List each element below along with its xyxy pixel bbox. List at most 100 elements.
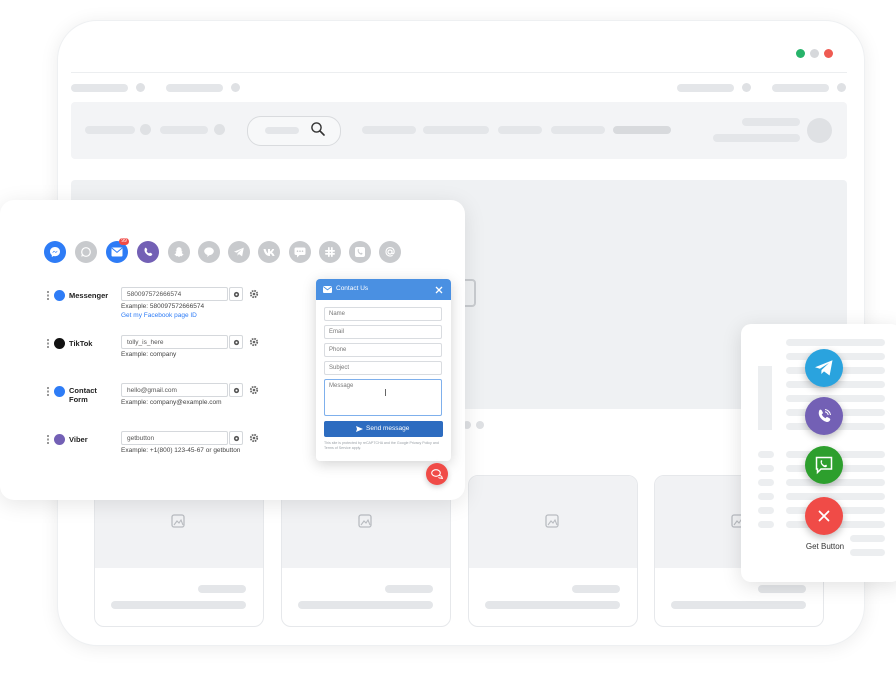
content-block bbox=[758, 366, 772, 430]
example-text: Example: 580097572666574 bbox=[121, 303, 205, 310]
messenger-icon bbox=[54, 290, 65, 301]
line-icon[interactable] bbox=[198, 241, 220, 263]
avatar[interactable] bbox=[807, 118, 832, 143]
get-button-label: Get Button bbox=[805, 542, 845, 551]
window-dot-grey bbox=[810, 49, 819, 58]
menu-placeholder bbox=[423, 126, 489, 134]
window-dot-red bbox=[824, 49, 833, 58]
example-text: Example: company@example.com bbox=[121, 399, 222, 406]
card-placeholder bbox=[385, 585, 433, 593]
text-placeholder bbox=[758, 507, 774, 514]
send-icon bbox=[356, 426, 363, 432]
envelope-icon bbox=[323, 286, 332, 293]
example-text: Example: company bbox=[121, 351, 177, 358]
chat-phone-icon bbox=[815, 456, 833, 475]
close-widget-button[interactable] bbox=[805, 497, 843, 535]
messenger-icon[interactable] bbox=[44, 241, 66, 263]
menu-placeholder bbox=[613, 126, 671, 134]
close-icon bbox=[818, 510, 830, 522]
drag-handle[interactable] bbox=[47, 291, 49, 300]
slack-icon[interactable] bbox=[319, 241, 341, 263]
call-icon[interactable] bbox=[349, 241, 371, 263]
text-placeholder bbox=[786, 339, 885, 346]
tiktok-username-input[interactable]: tolly_is_here bbox=[121, 335, 228, 349]
contact-form-popup: Contact Us Name Email Phone Subject Mess… bbox=[316, 279, 451, 461]
phone-field[interactable]: Phone bbox=[324, 343, 442, 357]
subject-field[interactable]: Subject bbox=[324, 361, 442, 375]
settings-button[interactable] bbox=[229, 335, 243, 349]
text-cursor bbox=[385, 389, 386, 396]
gear-icon[interactable] bbox=[249, 337, 259, 347]
channel-label: Messenger bbox=[69, 291, 109, 300]
form-title: Contact Us bbox=[336, 285, 369, 292]
menu-placeholder bbox=[498, 126, 542, 134]
mail-at-icon[interactable] bbox=[379, 241, 401, 263]
nav-dot bbox=[136, 83, 145, 92]
image-icon bbox=[358, 514, 372, 528]
header-placeholder bbox=[160, 126, 208, 134]
settings-button[interactable] bbox=[229, 431, 243, 445]
nav-placeholder bbox=[677, 84, 734, 92]
text-placeholder bbox=[758, 493, 774, 500]
header-dot bbox=[214, 124, 225, 135]
telegram-button[interactable] bbox=[805, 349, 843, 387]
telegram-icon[interactable] bbox=[228, 241, 250, 263]
nav-dot bbox=[837, 83, 846, 92]
whatsapp-icon[interactable] bbox=[75, 241, 97, 263]
settings-button[interactable] bbox=[229, 383, 243, 397]
snapchat-icon[interactable] bbox=[168, 241, 190, 263]
email-field[interactable]: Email bbox=[324, 325, 442, 339]
search-icon[interactable] bbox=[310, 121, 326, 137]
sms-icon[interactable] bbox=[289, 241, 311, 263]
carousel-dot[interactable] bbox=[476, 421, 484, 429]
chat-toggle-button[interactable] bbox=[426, 463, 448, 485]
card-placeholder bbox=[298, 601, 433, 609]
card-placeholder bbox=[671, 601, 806, 609]
viber-input[interactable]: getbutton bbox=[121, 431, 228, 445]
card-placeholder bbox=[758, 585, 806, 593]
header-placeholder bbox=[85, 126, 135, 134]
header-dot bbox=[140, 124, 151, 135]
nav-dot bbox=[742, 83, 751, 92]
viber-button[interactable] bbox=[805, 397, 843, 435]
tiktok-icon bbox=[54, 338, 65, 349]
recaptcha-notice: This site is protected by reCAPTCHA and … bbox=[324, 441, 439, 450]
message-field[interactable]: Message bbox=[324, 379, 442, 416]
whatsapp-button[interactable] bbox=[805, 446, 843, 484]
settings-button[interactable] bbox=[229, 287, 243, 301]
viber-icon bbox=[818, 408, 832, 422]
gear-icon[interactable] bbox=[249, 289, 259, 299]
account-placeholder bbox=[713, 134, 800, 142]
account-placeholder bbox=[742, 118, 800, 126]
drag-handle[interactable] bbox=[47, 387, 49, 396]
divider bbox=[71, 72, 847, 73]
text-placeholder bbox=[758, 465, 774, 472]
vk-icon[interactable] bbox=[258, 241, 280, 263]
text-placeholder bbox=[786, 493, 885, 500]
gear-icon[interactable] bbox=[249, 433, 259, 443]
window-dot-green bbox=[796, 49, 805, 58]
menu-placeholder bbox=[551, 126, 605, 134]
image-icon bbox=[545, 514, 559, 528]
messenger-id-input[interactable]: 580097572666574 bbox=[121, 287, 228, 301]
text-placeholder bbox=[758, 479, 774, 486]
telegram-icon bbox=[815, 360, 833, 376]
contact-email-input[interactable]: hello@gmail.com bbox=[121, 383, 228, 397]
send-message-label: Send message bbox=[366, 425, 410, 432]
name-field[interactable]: Name bbox=[324, 307, 442, 321]
viber-icon bbox=[54, 434, 65, 445]
viber-icon[interactable] bbox=[137, 241, 159, 263]
drag-handle[interactable] bbox=[47, 339, 49, 348]
menu-placeholder bbox=[362, 126, 416, 134]
close-icon[interactable] bbox=[435, 286, 443, 294]
card-placeholder bbox=[111, 601, 246, 609]
facebook-page-id-link[interactable]: Get my Facebook page ID bbox=[121, 312, 197, 319]
card-placeholder bbox=[485, 601, 620, 609]
drag-handle[interactable] bbox=[47, 435, 49, 444]
nav-placeholder bbox=[166, 84, 223, 92]
text-placeholder bbox=[850, 535, 885, 542]
channel-label: Viber bbox=[69, 435, 88, 444]
channel-label: Contact Form bbox=[69, 386, 97, 404]
gear-icon[interactable] bbox=[249, 385, 259, 395]
nav-placeholder bbox=[71, 84, 128, 92]
